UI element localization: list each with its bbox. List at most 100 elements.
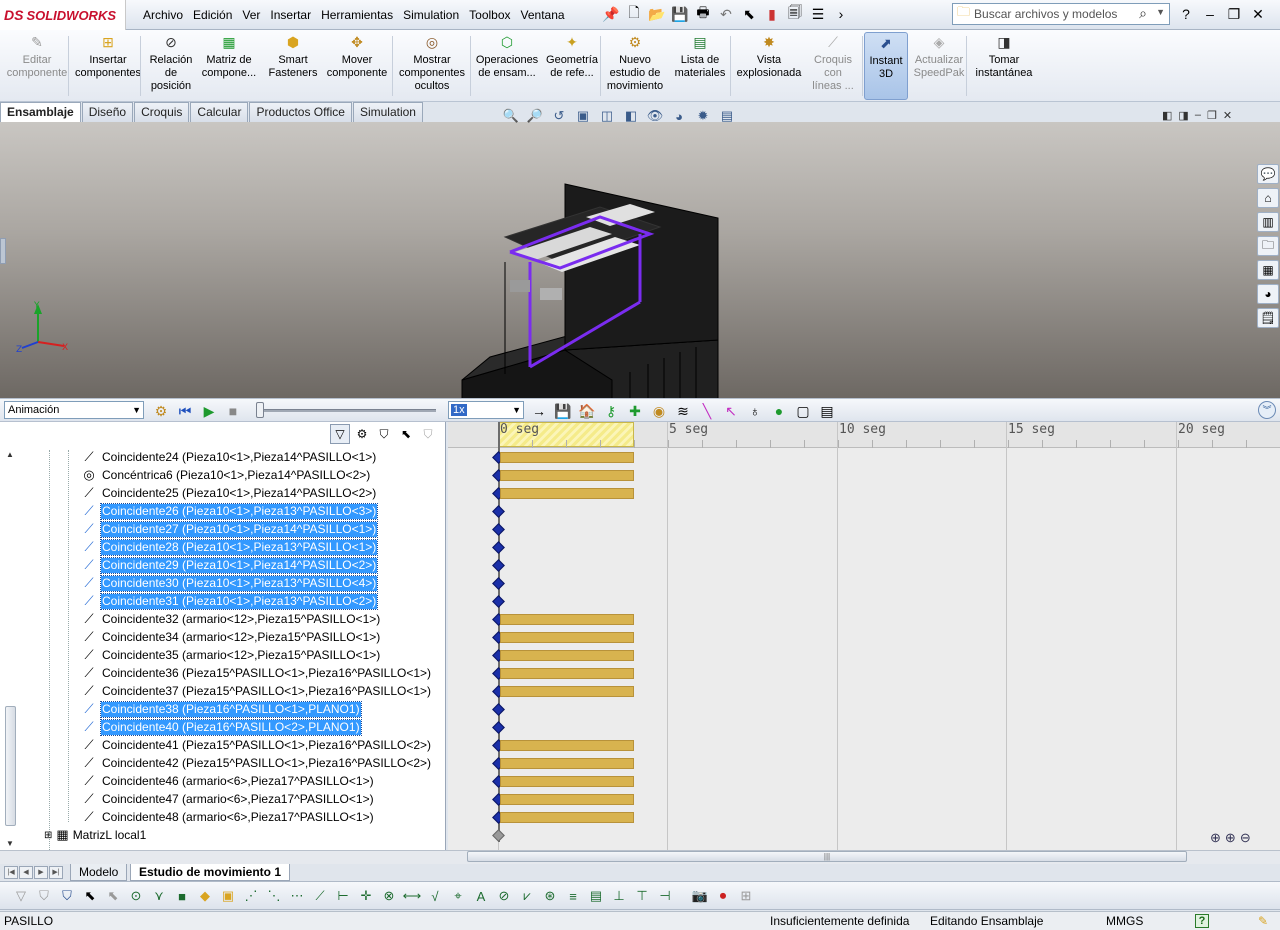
tree-row[interactable]: ⟋ Coincidente25 (Pieza10<1>,Pieza14^PASIL… bbox=[80, 484, 377, 502]
timeline-bar[interactable] bbox=[500, 758, 634, 769]
key-point[interactable] bbox=[492, 559, 505, 572]
filter-edges-icon[interactable]: ⋎ bbox=[148, 885, 170, 907]
tree-scrollbar[interactable]: ▲ ▼ bbox=[4, 450, 18, 848]
bottom-tab-modelo[interactable]: Modelo bbox=[70, 864, 128, 881]
expand-icon[interactable]: ⊞ bbox=[44, 830, 52, 841]
menu-item-4[interactable]: Herramientas bbox=[316, 8, 398, 22]
filter-planes-icon[interactable]: ⋱ bbox=[263, 885, 285, 907]
help-icon[interactable]: ? bbox=[1195, 914, 1209, 928]
minimize-icon[interactable]: – bbox=[1199, 3, 1221, 25]
filter-animated-icon[interactable]: ▽ bbox=[330, 424, 350, 444]
save-icon[interactable]: 💾 bbox=[669, 3, 691, 25]
next-tab-icon[interactable]: ▶ bbox=[34, 866, 48, 879]
timeline-bar[interactable] bbox=[500, 740, 634, 751]
tile-right-icon[interactable]: ◨ bbox=[1178, 109, 1188, 122]
key-point[interactable] bbox=[492, 523, 505, 536]
search-box[interactable]: 🗀 Buscar archivos y modelos ⌕ ▼ bbox=[952, 3, 1170, 25]
timeline-bar[interactable] bbox=[500, 614, 634, 625]
tree-row[interactable]: ⟋ Coincidente26 (Pieza10<1>,Pieza13^PASIL… bbox=[80, 502, 379, 520]
clear-filters-icon[interactable]: ⛉ bbox=[33, 885, 55, 907]
timeline-bar[interactable] bbox=[500, 632, 634, 643]
filter-vertices-icon[interactable]: ⊙ bbox=[125, 885, 147, 907]
tree-row[interactable]: ⟋ Coincidente30 (Pieza10<1>,Pieza13^PASIL… bbox=[80, 574, 379, 592]
motor-icon[interactable]: ◉ bbox=[648, 400, 670, 422]
tab-5[interactable]: Simulation bbox=[352, 102, 423, 122]
appearances-icon[interactable]: ◕ bbox=[1257, 284, 1279, 304]
filter-weld-icon[interactable]: ⩗ bbox=[516, 885, 538, 907]
open-icon[interactable]: 📂 bbox=[646, 3, 668, 25]
calculate-icon[interactable]: ⚙ bbox=[150, 400, 172, 422]
tree-row[interactable]: ⟋ Coincidente48 (armario<6>,Pieza17^PASIL… bbox=[80, 808, 375, 826]
chevron-down-icon[interactable]: ▼ bbox=[1156, 7, 1165, 17]
save-animation-icon[interactable]: 💾 bbox=[552, 400, 574, 422]
tab-2[interactable]: Croquis bbox=[134, 102, 190, 122]
tree-row[interactable]: ⟋ Coincidente27 (Pieza10<1>,Pieza14^PASIL… bbox=[80, 520, 379, 538]
view-orientation-icon[interactable]: ◫ bbox=[596, 106, 618, 126]
section-view-icon[interactable]: ▣ bbox=[572, 106, 594, 126]
tab-1[interactable]: Diseño bbox=[81, 102, 134, 122]
close-icon[interactable]: ✕ bbox=[1247, 3, 1269, 25]
playback-mode-icon[interactable]: → bbox=[528, 400, 550, 422]
timeline-bar[interactable] bbox=[500, 686, 634, 697]
tree-row[interactable]: ⟋ Coincidente38 (Pieza16^PASILLO<1>,PLANO… bbox=[80, 700, 362, 718]
force-icon[interactable]: ↖ bbox=[720, 400, 742, 422]
print-icon[interactable]: 🖶 bbox=[692, 3, 714, 25]
scroll-up-icon[interactable]: ▲ bbox=[6, 450, 14, 459]
zoom-area-icon[interactable]: 🔎 bbox=[524, 106, 546, 126]
custom-properties-icon[interactable]: 🗒 bbox=[1257, 308, 1279, 328]
zoom-in-icon[interactable]: ⊕ bbox=[1225, 830, 1236, 846]
more-icon[interactable]: › bbox=[830, 3, 852, 25]
command-fastener[interactable]: ⬢ Smart Fasteners bbox=[264, 32, 322, 100]
filter-datum-targets-icon[interactable]: ⊛ bbox=[539, 885, 561, 907]
contact-icon[interactable]: ♁ bbox=[744, 400, 766, 422]
record-icon[interactable]: ⏺ bbox=[712, 885, 734, 907]
timeline[interactable]: 0 seg 5 seg 10 seg 15 seg 20 seg bbox=[448, 422, 1280, 850]
filter-centerlines-icon[interactable]: ⊗ bbox=[378, 885, 400, 907]
filter-sketch-segments-icon[interactable]: ⟋ bbox=[309, 885, 331, 907]
menu-item-1[interactable]: Edición bbox=[188, 8, 237, 22]
study-type-select[interactable]: Animación ▼ bbox=[4, 401, 144, 419]
filter-surface-finish-icon[interactable]: √ bbox=[424, 885, 446, 907]
autokey-icon[interactable]: ⚷ bbox=[600, 400, 622, 422]
timeline-bar[interactable] bbox=[500, 488, 634, 499]
scene-icon[interactable]: ✹ bbox=[692, 106, 714, 126]
rebuild-icon[interactable]: ▮ bbox=[761, 3, 783, 25]
tab-0[interactable]: Ensamblaje bbox=[0, 102, 81, 122]
key-point[interactable] bbox=[492, 703, 505, 716]
timeline-bar[interactable] bbox=[500, 776, 634, 787]
prev-tab-icon[interactable]: ◀ bbox=[19, 866, 33, 879]
menu-item-0[interactable]: Archivo bbox=[138, 8, 188, 22]
tree-row[interactable]: ⟋ Coincidente47 (armario<6>,Pieza17^PASIL… bbox=[80, 790, 375, 808]
last-tab-icon[interactable]: ▶| bbox=[49, 866, 63, 879]
playback-slider[interactable] bbox=[256, 402, 436, 418]
previous-view-icon[interactable]: ↺ bbox=[548, 106, 570, 126]
study-properties-icon[interactable]: ▤ bbox=[816, 400, 838, 422]
add-key-icon[interactable]: ✚ bbox=[624, 400, 646, 422]
timeline-bar[interactable] bbox=[500, 668, 634, 679]
menu-item-6[interactable]: Toolbox bbox=[464, 8, 515, 22]
select-lock-icon[interactable]: ⬉ bbox=[102, 885, 124, 907]
animation-wizard-icon[interactable]: 🏠 bbox=[576, 400, 598, 422]
timeline-bar[interactable] bbox=[500, 452, 634, 463]
scroll-down-icon[interactable]: ▼ bbox=[6, 839, 14, 848]
command-snapshot[interactable]: ◨ Tomar instantánea bbox=[972, 32, 1036, 100]
filter-blocks-icon[interactable]: ▤ bbox=[585, 885, 607, 907]
command-mate[interactable]: ⊘ Relación de posición bbox=[146, 32, 196, 100]
spring-icon[interactable]: ≋ bbox=[672, 400, 694, 422]
new-document-icon[interactable]: 🗋 bbox=[623, 3, 645, 25]
command-insert-components[interactable]: ⊞ Insertar componentes bbox=[74, 32, 142, 100]
tree-row[interactable]: ⟋ Coincidente31 (Pieza10<1>,Pieza13^PASIL… bbox=[80, 592, 379, 610]
appearance-icon[interactable]: ◕ bbox=[668, 106, 690, 126]
key-point[interactable] bbox=[492, 721, 505, 734]
filter-solid-bodies-icon[interactable]: ▣ bbox=[217, 885, 239, 907]
camera-icon[interactable]: 📷 bbox=[689, 885, 711, 907]
key-point[interactable] bbox=[492, 595, 505, 608]
slider-thumb[interactable] bbox=[256, 402, 264, 418]
scroll-thumb[interactable] bbox=[5, 706, 16, 826]
menu-item-3[interactable]: Insertar bbox=[265, 8, 316, 22]
viewport-minimize-icon[interactable]: – bbox=[1195, 109, 1201, 122]
filter-gtol-icon[interactable]: ⌖ bbox=[447, 885, 469, 907]
view-palette-icon[interactable]: ▦ bbox=[1257, 260, 1279, 280]
filter-cosmetic-threads-icon[interactable]: ≡ bbox=[562, 885, 584, 907]
command-show-hidden[interactable]: ◎ Mostrar componentes ocultos bbox=[396, 32, 468, 100]
